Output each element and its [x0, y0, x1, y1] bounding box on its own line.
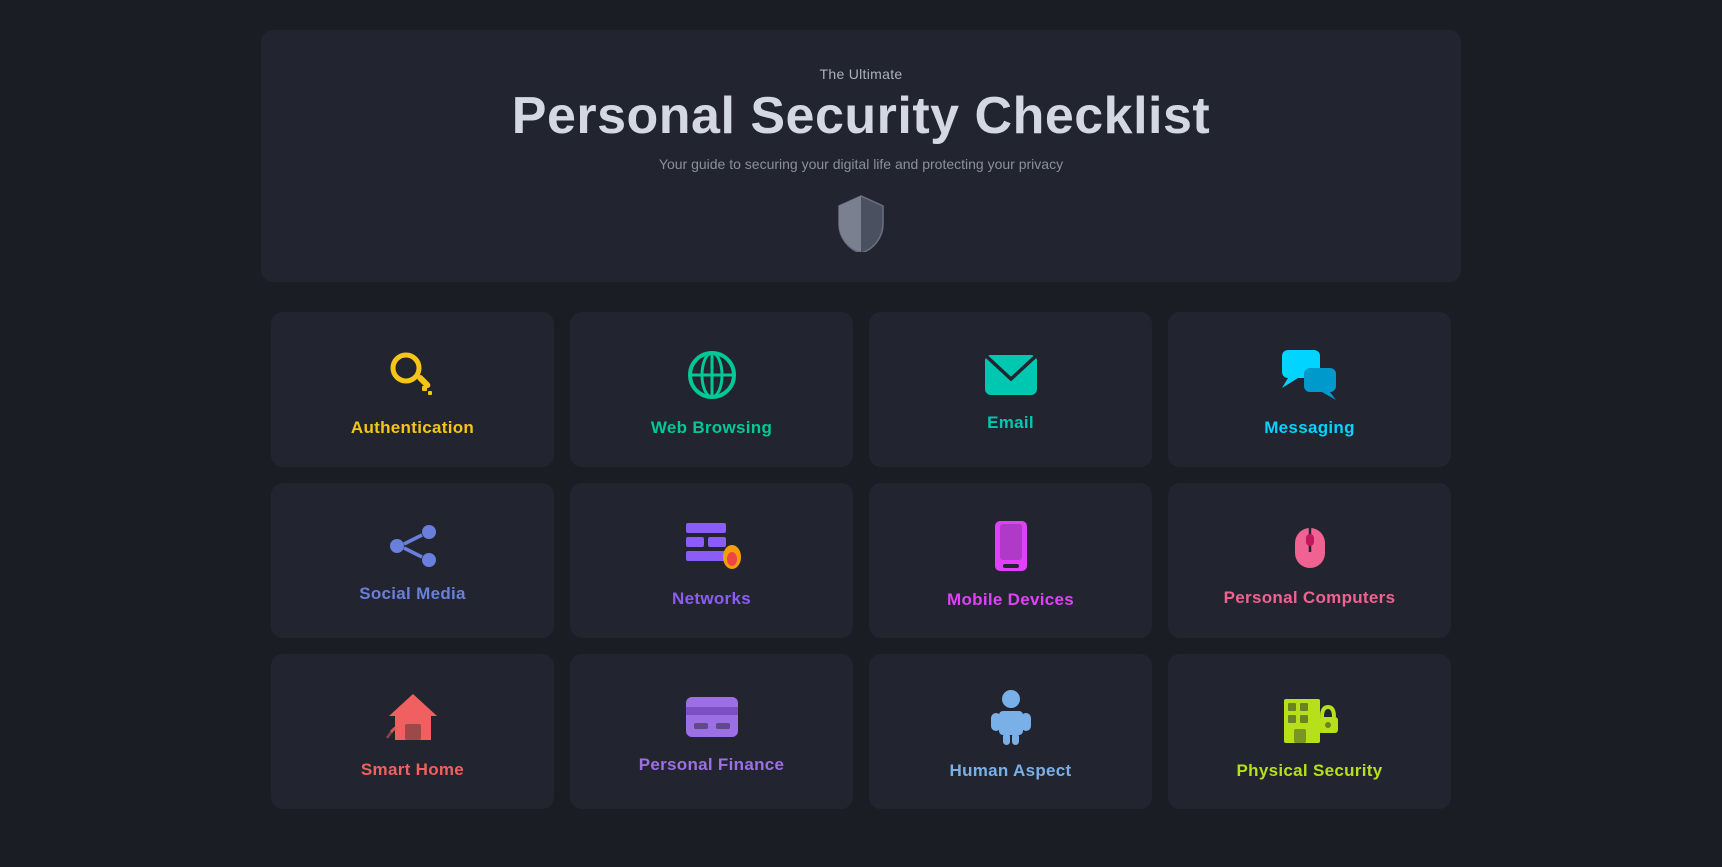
- personal-computers-label: Personal Computers: [1224, 588, 1396, 608]
- shield-icon: [301, 194, 1421, 252]
- human-aspect-icon: [989, 689, 1033, 745]
- physical-security-icon: [1280, 689, 1340, 745]
- authentication-icon: [386, 348, 440, 402]
- mobile-devices-icon: [992, 518, 1030, 574]
- messaging-icon: [1280, 348, 1340, 402]
- header-subtitle: The Ultimate: [301, 66, 1421, 82]
- social-media-icon: [385, 524, 441, 568]
- personal-finance-label: Personal Finance: [639, 755, 785, 775]
- card-personal-computers[interactable]: Personal Computers: [1168, 483, 1451, 638]
- messaging-label: Messaging: [1264, 418, 1355, 438]
- card-authentication[interactable]: Authentication: [271, 312, 554, 467]
- web-browsing-label: Web Browsing: [651, 418, 772, 438]
- personal-finance-icon: [684, 695, 740, 739]
- web-browsing-icon: [685, 348, 739, 402]
- personal-computers-icon: [1285, 520, 1335, 572]
- card-email[interactable]: Email: [869, 312, 1152, 467]
- header-banner: The Ultimate Personal Security Checklist…: [261, 30, 1461, 282]
- social-media-label: Social Media: [359, 584, 466, 604]
- physical-security-label: Physical Security: [1237, 761, 1383, 781]
- card-messaging[interactable]: Messaging: [1168, 312, 1451, 467]
- card-physical-security[interactable]: Physical Security: [1168, 654, 1451, 809]
- networks-icon: [682, 519, 742, 573]
- card-web-browsing[interactable]: Web Browsing: [570, 312, 853, 467]
- card-smart-home[interactable]: Smart Home: [271, 654, 554, 809]
- authentication-label: Authentication: [351, 418, 474, 438]
- card-mobile-devices[interactable]: Mobile Devices: [869, 483, 1152, 638]
- card-personal-finance[interactable]: Personal Finance: [570, 654, 853, 809]
- card-networks[interactable]: Networks: [570, 483, 853, 638]
- smart-home-icon: [385, 690, 441, 744]
- header-title: Personal Security Checklist: [301, 86, 1421, 146]
- card-social-media[interactable]: Social Media: [271, 483, 554, 638]
- mobile-devices-label: Mobile Devices: [947, 590, 1074, 610]
- email-icon: [983, 353, 1039, 397]
- card-human-aspect[interactable]: Human Aspect: [869, 654, 1152, 809]
- category-grid: Authentication Web Browsing Email: [261, 312, 1461, 809]
- smart-home-label: Smart Home: [361, 760, 464, 780]
- header-desc: Your guide to securing your digital life…: [301, 156, 1421, 172]
- human-aspect-label: Human Aspect: [950, 761, 1072, 781]
- networks-label: Networks: [672, 589, 751, 609]
- email-label: Email: [987, 413, 1034, 433]
